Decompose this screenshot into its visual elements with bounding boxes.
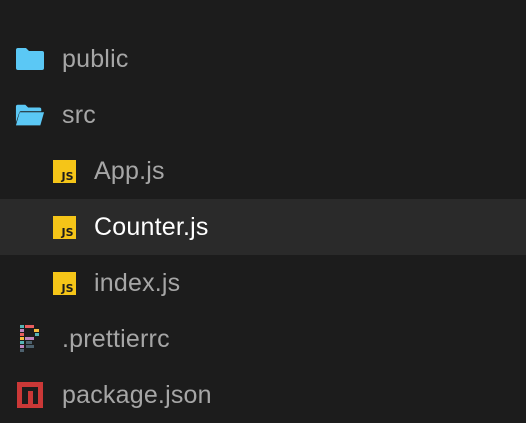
- npm-icon: [15, 380, 45, 410]
- tree-item-label: .prettierrc: [62, 324, 170, 353]
- prettier-icon: [15, 324, 45, 354]
- tree-item-label: package.json: [62, 380, 212, 409]
- js-file-icon: JS: [49, 212, 79, 242]
- js-file-icon: JS: [49, 156, 79, 186]
- tree-item-src[interactable]: src: [0, 87, 526, 143]
- folder-icon: [15, 44, 45, 74]
- file-explorer: public src JS App.js JS Counter.js JS in…: [0, 0, 526, 422]
- tree-item-app-js[interactable]: JS App.js: [0, 143, 526, 199]
- tree-item-label: public: [62, 44, 129, 73]
- js-file-icon: JS: [49, 268, 79, 298]
- folder-open-icon: [15, 100, 45, 130]
- tree-item-label: Counter.js: [94, 212, 209, 241]
- tree-item-package-json[interactable]: package.json: [0, 367, 526, 423]
- tree-item-public[interactable]: public: [0, 31, 526, 87]
- tree-item-label: index.js: [94, 268, 181, 297]
- tree-item-label: App.js: [94, 156, 165, 185]
- tree-item-label: src: [62, 100, 96, 129]
- tree-item-counter-js[interactable]: JS Counter.js: [0, 199, 526, 255]
- tree-item-prettierrc[interactable]: .prettierrc: [0, 311, 526, 367]
- tree-item-index-js[interactable]: JS index.js: [0, 255, 526, 311]
